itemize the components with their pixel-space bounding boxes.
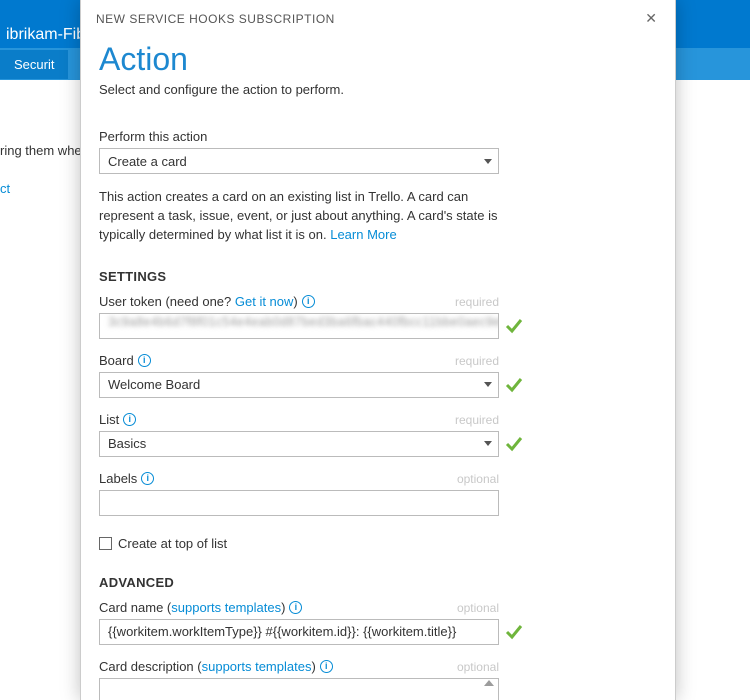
perform-action-select[interactable]: Create a card bbox=[99, 148, 499, 174]
learn-more-link[interactable]: Learn More bbox=[330, 227, 396, 242]
labels-input[interactable] bbox=[99, 490, 499, 516]
tab-security[interactable]: Securit bbox=[0, 50, 68, 79]
create-top-checkbox[interactable] bbox=[99, 537, 112, 550]
close-icon[interactable]: ✕ bbox=[639, 8, 663, 29]
create-top-label: Create at top of list bbox=[118, 536, 227, 551]
info-icon[interactable]: i bbox=[302, 295, 315, 308]
card-name-input[interactable] bbox=[99, 619, 499, 645]
list-label: List bbox=[99, 412, 119, 427]
labels-field: Labels i optional bbox=[99, 471, 657, 530]
perform-action-label: Perform this action bbox=[99, 129, 657, 144]
user-token-label: User token (need one? Get it now) bbox=[99, 294, 298, 309]
required-badge: required bbox=[455, 295, 499, 309]
check-icon bbox=[505, 435, 523, 453]
supports-templates-link[interactable]: supports templates bbox=[171, 600, 281, 615]
check-icon bbox=[505, 623, 523, 641]
info-icon[interactable]: i bbox=[320, 660, 333, 673]
card-description-field: Card description (supports templates) i … bbox=[99, 659, 657, 700]
card-name-label: Card name (supports templates) bbox=[99, 600, 285, 615]
background-body-fragment: ring them whe bbox=[0, 143, 82, 158]
perform-action-field: Perform this action Create a card bbox=[99, 129, 657, 174]
user-token-input[interactable]: 3c9a8e4b6d7f8f01c54e4eab0d87bed3ba6fbac4… bbox=[99, 313, 499, 339]
optional-badge: optional bbox=[457, 472, 499, 486]
supports-templates-link[interactable]: supports templates bbox=[202, 659, 312, 674]
chevron-down-icon bbox=[484, 159, 492, 164]
dialog-title: NEW SERVICE HOOKS SUBSCRIPTION bbox=[96, 12, 335, 26]
check-icon bbox=[505, 317, 523, 335]
get-token-link[interactable]: Get it now bbox=[235, 294, 294, 309]
list-field: List i required Basics bbox=[99, 412, 657, 471]
required-badge: required bbox=[455, 413, 499, 427]
user-token-field: User token (need one? Get it now) i requ… bbox=[99, 294, 657, 353]
board-field: Board i required Welcome Board bbox=[99, 353, 657, 412]
info-icon[interactable]: i bbox=[138, 354, 151, 367]
board-value: Welcome Board bbox=[108, 377, 200, 392]
info-icon[interactable]: i bbox=[289, 601, 302, 614]
service-hooks-dialog: NEW SERVICE HOOKS SUBSCRIPTION ✕ Action … bbox=[80, 0, 676, 700]
list-select[interactable]: Basics bbox=[99, 431, 499, 457]
chevron-down-icon bbox=[484, 382, 492, 387]
dialog-body: Action Select and configure the action t… bbox=[81, 39, 675, 700]
board-select[interactable]: Welcome Board bbox=[99, 372, 499, 398]
card-description-label: Card description (supports templates) bbox=[99, 659, 316, 674]
page-heading: Action bbox=[99, 41, 657, 78]
background-link-fragment[interactable]: ct bbox=[0, 181, 10, 196]
list-value: Basics bbox=[108, 436, 146, 451]
settings-heading: SETTINGS bbox=[99, 269, 657, 284]
action-description: This action creates a card on an existin… bbox=[99, 188, 509, 245]
labels-label: Labels bbox=[99, 471, 137, 486]
create-top-row: Create at top of list bbox=[99, 536, 657, 551]
required-badge: required bbox=[455, 354, 499, 368]
card-name-field: Card name (supports templates) i optiona… bbox=[99, 600, 657, 659]
dialog-header: NEW SERVICE HOOKS SUBSCRIPTION ✕ bbox=[81, 0, 675, 39]
advanced-heading: ADVANCED bbox=[99, 575, 657, 590]
page-subtitle: Select and configure the action to perfo… bbox=[99, 82, 657, 97]
optional-badge: optional bbox=[457, 601, 499, 615]
perform-action-value: Create a card bbox=[108, 154, 187, 169]
card-description-textarea[interactable] bbox=[99, 678, 499, 700]
check-icon bbox=[505, 376, 523, 394]
optional-badge: optional bbox=[457, 660, 499, 674]
info-icon[interactable]: i bbox=[141, 472, 154, 485]
board-label: Board bbox=[99, 353, 134, 368]
info-icon[interactable]: i bbox=[123, 413, 136, 426]
chevron-down-icon bbox=[484, 441, 492, 446]
